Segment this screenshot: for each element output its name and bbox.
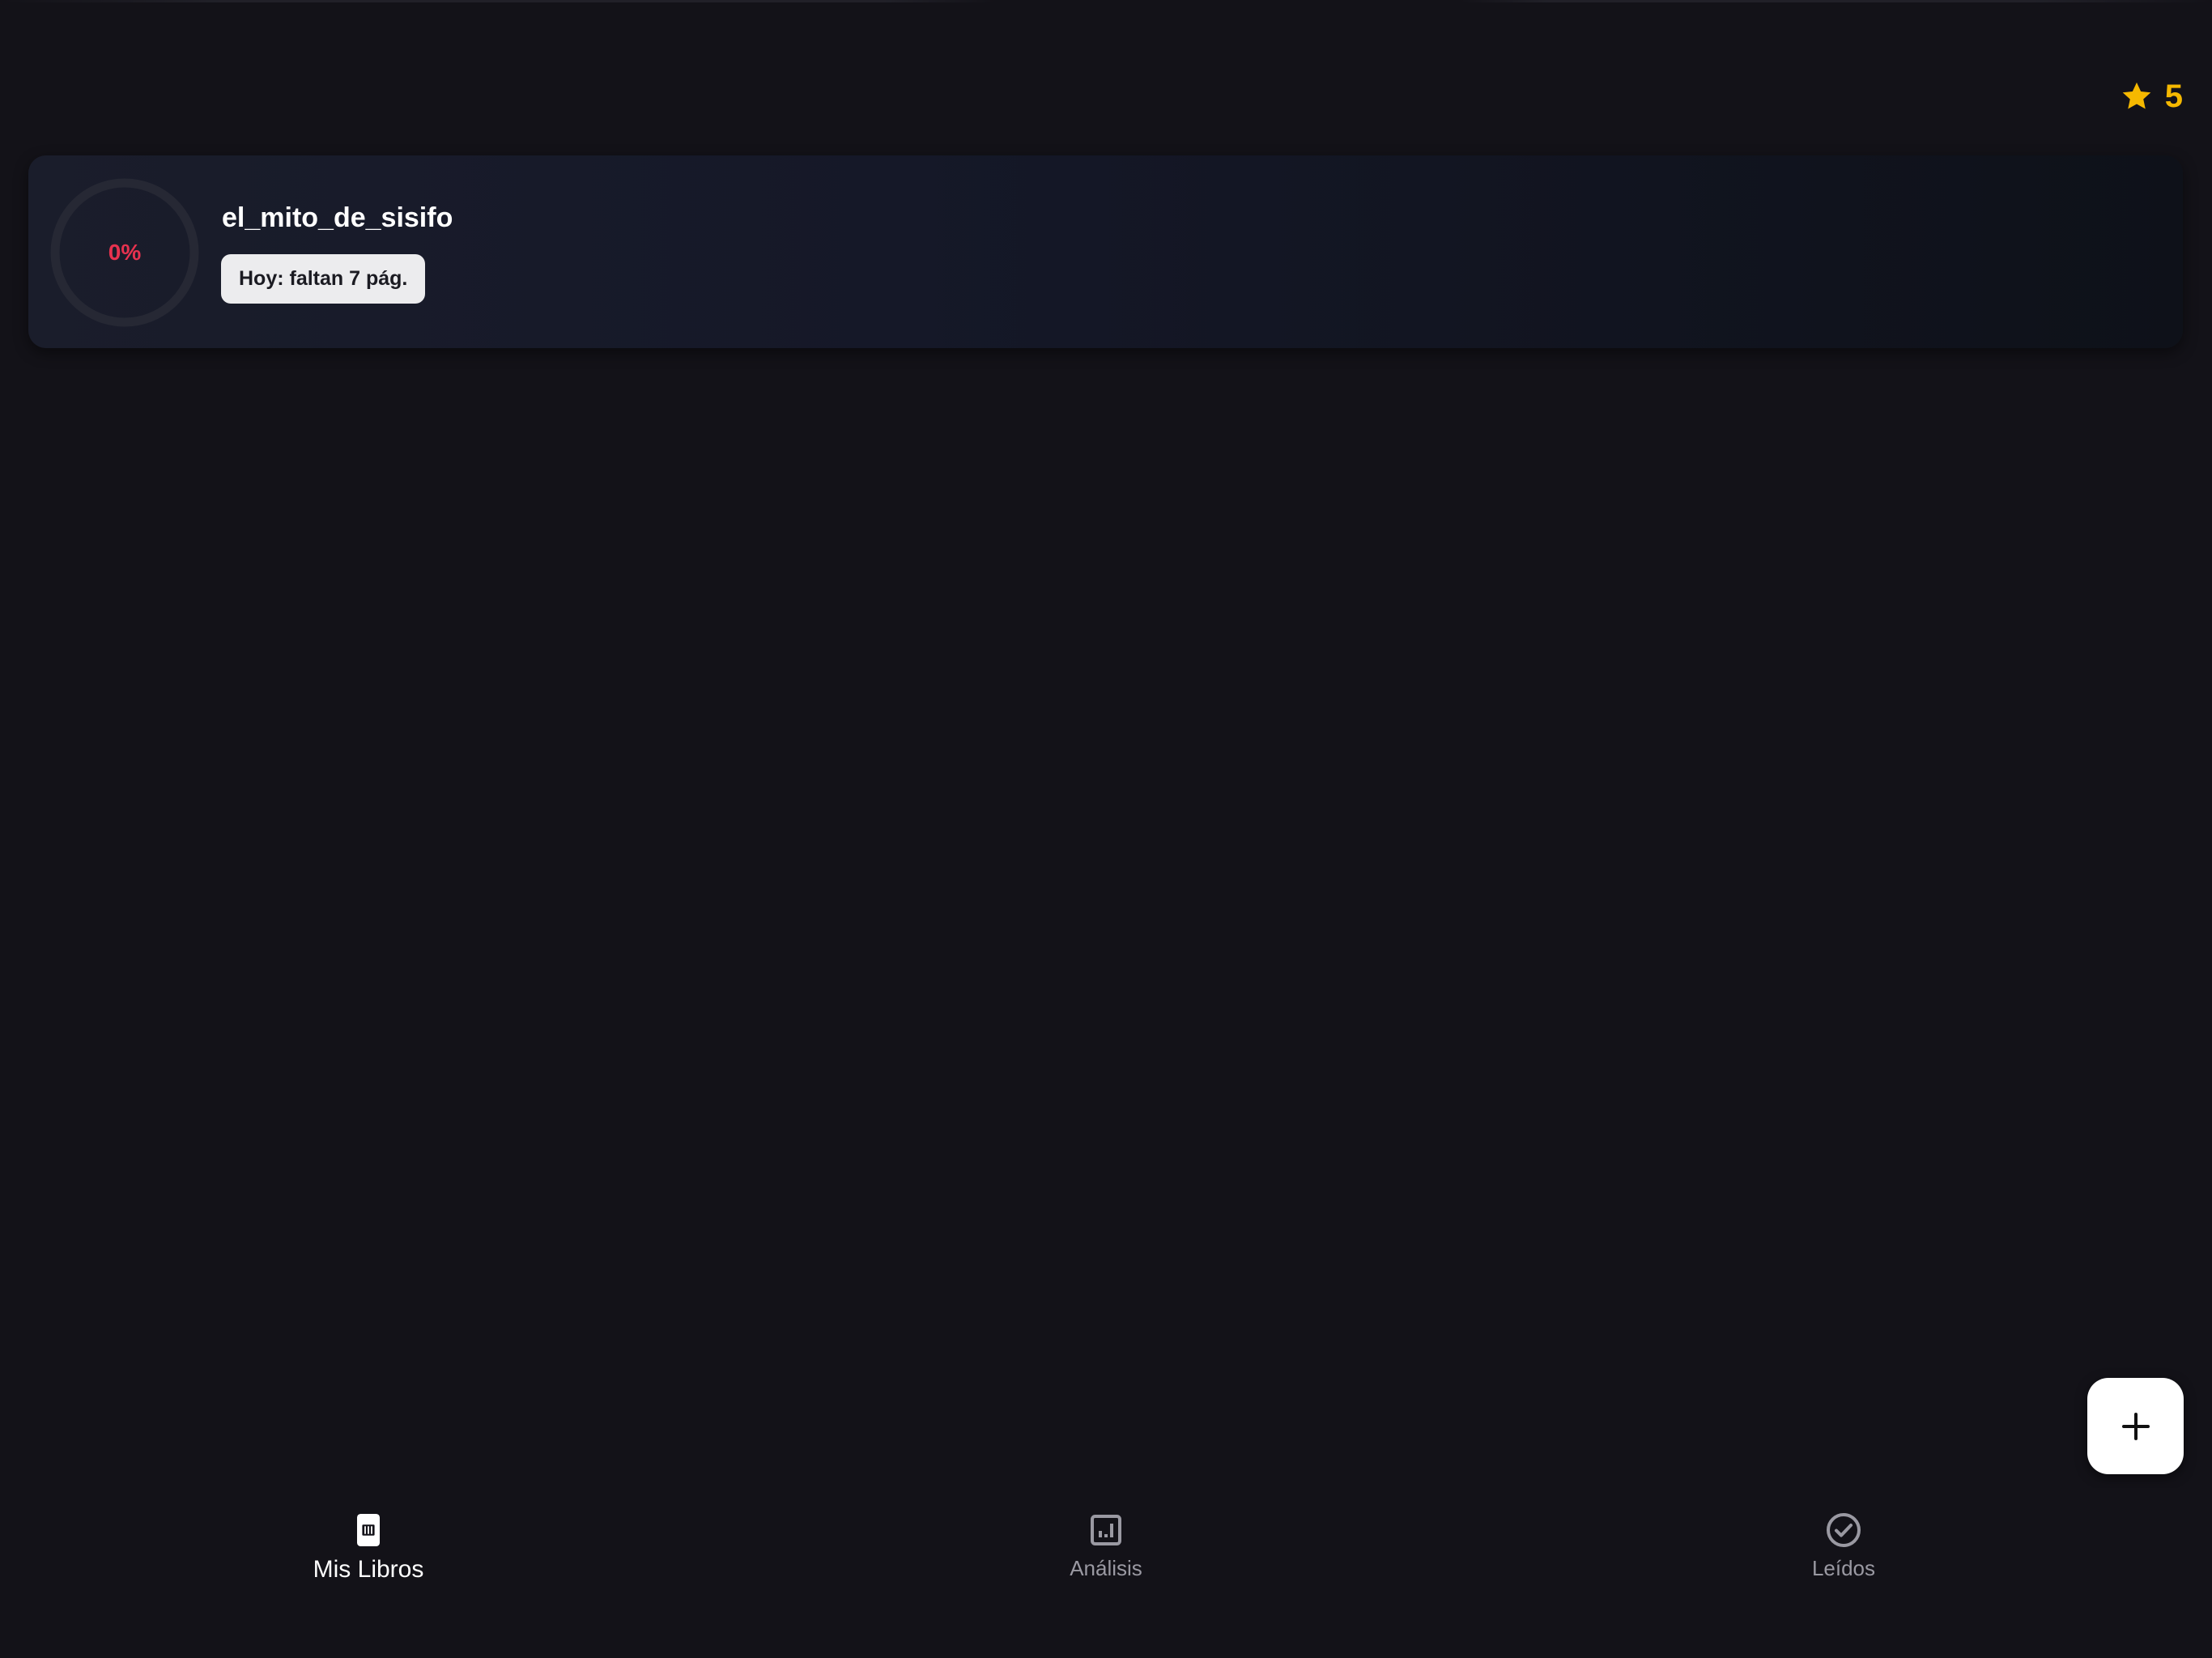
check-circle-icon — [1824, 1511, 1863, 1550]
plus-icon — [2120, 1410, 2152, 1443]
star-icon — [2120, 79, 2154, 113]
book-icon — [349, 1511, 388, 1550]
analytics-icon — [1087, 1511, 1125, 1550]
app-root: 5 0% el_mito_de_sisifo Hoy: faltan 7 pág… — [0, 0, 2212, 1658]
nav-label: Mis Libros — [313, 1556, 424, 1583]
progress-ring: 0% — [48, 176, 202, 329]
nav-label: Análisis — [1070, 1556, 1142, 1580]
top-divider — [0, 0, 2212, 2]
streak-count: 5 — [2164, 79, 2183, 114]
nav-item-leidos[interactable]: Leídos — [1475, 1488, 2212, 1658]
bottom-navigation: Mis Libros Análisis Leídos — [0, 1488, 2212, 1658]
nav-item-analisis[interactable]: Análisis — [738, 1488, 1474, 1658]
streak-counter[interactable]: 5 — [2120, 79, 2183, 113]
add-book-button[interactable] — [2087, 1378, 2184, 1474]
progress-percent: 0% — [108, 240, 142, 265]
daily-goal-chip: Hoy: faltan 7 pág. — [221, 254, 426, 304]
book-title: el_mito_de_sisifo — [222, 202, 453, 233]
nav-item-mis-libros[interactable]: Mis Libros — [0, 1488, 737, 1658]
nav-label: Leídos — [1811, 1556, 1876, 1580]
book-card[interactable]: 0% el_mito_de_sisifo Hoy: faltan 7 pág. — [28, 155, 2183, 348]
